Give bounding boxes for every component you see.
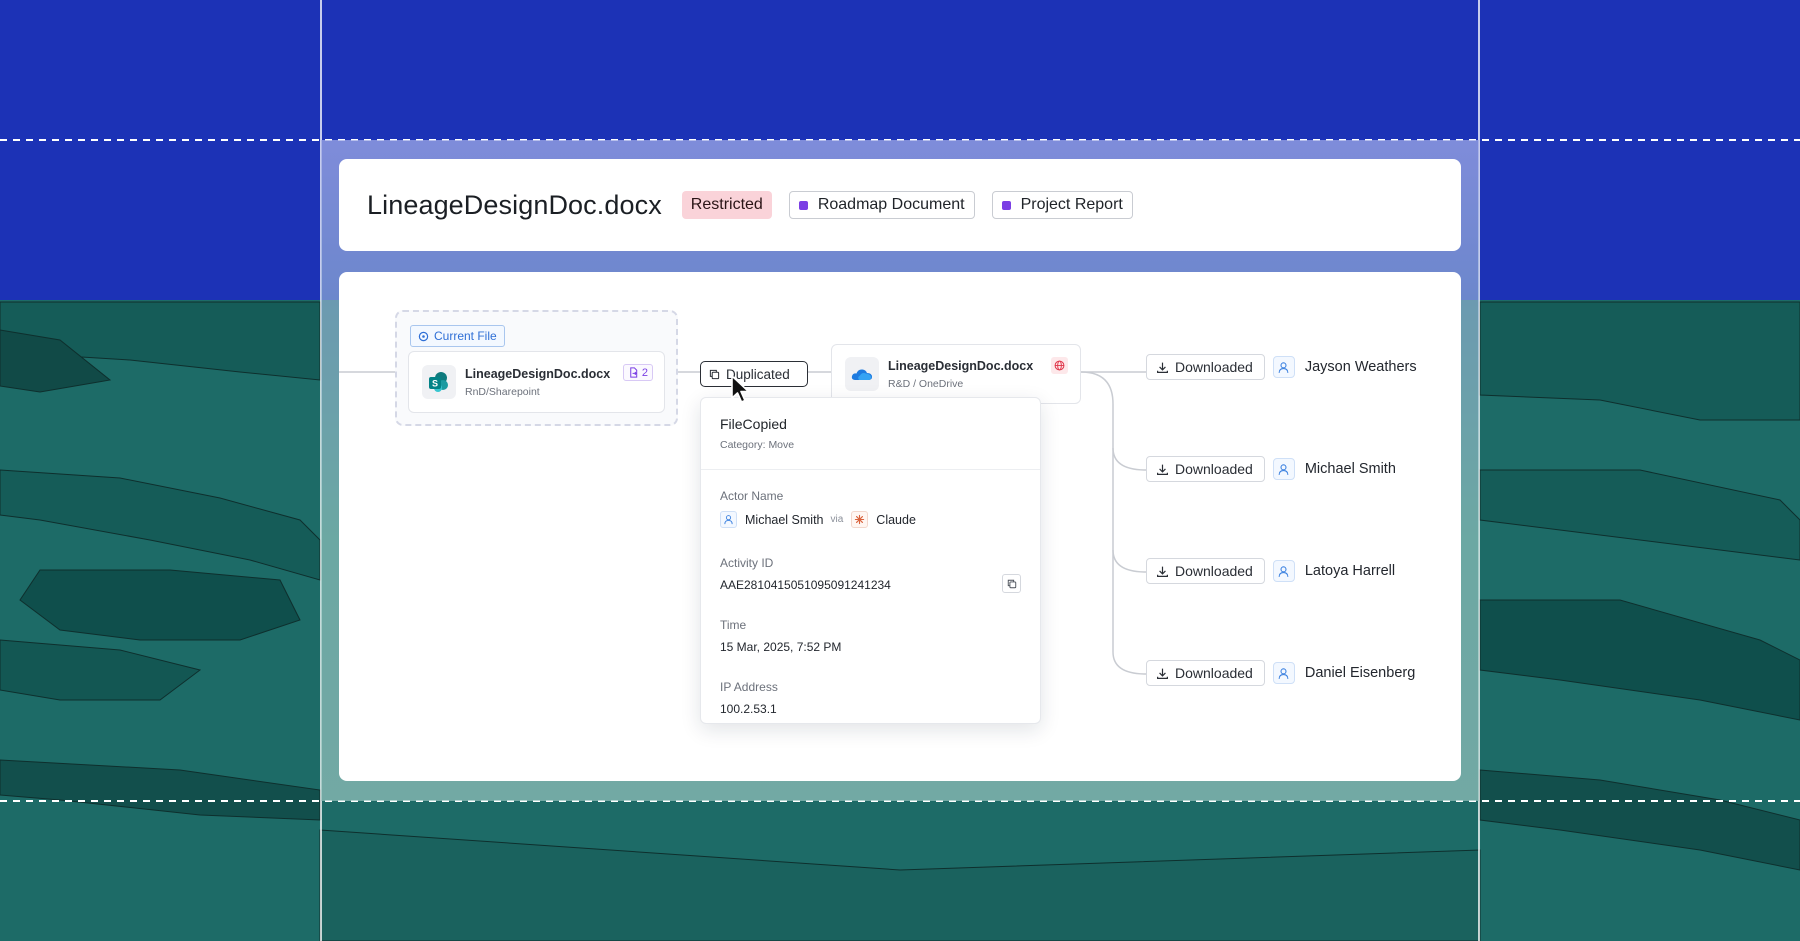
user-icon [1272,458,1295,480]
downloaded-label: Downloaded [1175,359,1253,375]
activity-id-row: AAE281041505109509​1241234 [720,574,1021,593]
user-chip[interactable]: Michael Smith [1272,458,1396,480]
version-count-badge[interactable]: 2 [622,364,653,381]
restricted-tag[interactable]: Restricted [681,191,772,219]
download-event-row: Downloaded Michael Smith [1146,456,1396,482]
downloaded-label: Downloaded [1175,461,1253,477]
sharepoint-icon: S [422,365,456,399]
via-label: via [830,514,844,525]
actor-name[interactable]: Michael Smith [745,513,824,527]
tag-dot-icon [1001,200,1011,210]
current-file-badge: Current File [410,325,505,347]
download-event-row: Downloaded Latoya Harrell [1146,558,1395,584]
source-file-location: RnD/Sharepoint [465,385,540,398]
tag-dot-icon [798,200,808,210]
downloaded-button[interactable]: Downloaded [1146,456,1265,482]
activity-id-value: AAE281041505109509​1241234 [720,578,891,592]
claude-icon [851,511,869,528]
user-icon [1272,662,1295,684]
downloaded-button[interactable]: Downloaded [1146,354,1265,380]
agent-name: Claude [876,512,916,527]
globe-icon[interactable] [1051,357,1068,374]
popover-header: FileCopied Category: Move [701,398,1040,470]
download-icon [1157,464,1168,475]
user-name: Latoya Harrell [1304,563,1396,579]
download-event-row: Downloaded Daniel Eisenberg [1146,660,1415,686]
copy-icon [709,369,720,379]
source-file-name: LineageDesignDoc.docx [465,366,611,381]
download-icon [1157,362,1168,373]
activity-id-label: Activity ID [720,556,774,570]
download-icon [1157,566,1168,577]
restricted-tag-label: Restricted [690,196,763,213]
copy-icon [1007,579,1016,588]
target-file-location: R&D / OneDrive [888,377,964,390]
downloaded-button[interactable]: Downloaded [1146,558,1265,584]
onedrive-icon [845,357,879,391]
activity-details-popover: FileCopied Category: Move Actor Name Mic… [700,397,1041,724]
current-file-badge-label: Current File [434,329,497,343]
file-versions-icon [630,367,638,378]
user-icon [1272,356,1295,378]
user-chip[interactable]: Jayson Weathers [1272,356,1417,378]
downloaded-label: Downloaded [1175,563,1253,579]
ip-address-label: IP Address [720,680,778,694]
user-icon [1272,560,1295,582]
actor-row: Michael Smith via Claude [720,511,1021,528]
download-icon [1157,668,1168,679]
user-name: Jayson Weathers [1304,359,1417,375]
event-title: FileCopied [720,416,787,432]
user-name: Daniel Eisenberg [1304,665,1416,681]
time-value: 15 Mar, 2025, 7:52 PM [720,640,842,654]
downloaded-button[interactable]: Downloaded [1146,660,1265,686]
project-report-tag-label: Project Report [1020,196,1123,213]
downloaded-label: Downloaded [1175,665,1253,681]
copy-activity-id-button[interactable] [1002,574,1021,593]
actor-label: Actor Name [720,489,784,503]
page-title: LineageDesignDoc.docx [367,189,662,220]
user-chip[interactable]: Latoya Harrell [1272,560,1396,582]
user-icon [720,511,737,528]
time-label: Time [720,618,747,632]
file-header: LineageDesignDoc.docx Restricted Roadmap… [339,159,1461,251]
popover-body: Actor Name Michael Smith via Claude Acti… [701,470,1040,716]
mouse-cursor-icon [731,375,750,403]
target-file-node[interactable]: LineageDesignDoc.docx R&D / OneDrive [831,344,1081,404]
duplicated-action-button[interactable]: Duplicated [700,361,808,387]
project-report-tag[interactable]: Project Report [991,191,1133,219]
source-file-node[interactable]: S LineageDesignDoc.docx RnD/Sharepoint 2 [408,351,665,413]
svg-text:S: S [432,379,438,389]
download-event-row: Downloaded Jayson Weathers [1146,354,1417,380]
target-file-name: LineageDesignDoc.docx [888,358,1034,373]
roadmap-document-tag-label: Roadmap Document [817,196,965,213]
target-icon [418,331,429,341]
roadmap-document-tag[interactable]: Roadmap Document [788,191,975,219]
event-category: Category: Move [720,439,795,451]
version-count: 2 [641,366,648,379]
user-name: Michael Smith [1304,461,1396,477]
ip-address-value: 100.2.53.1 [720,702,777,716]
user-chip[interactable]: Daniel Eisenberg [1272,662,1416,684]
